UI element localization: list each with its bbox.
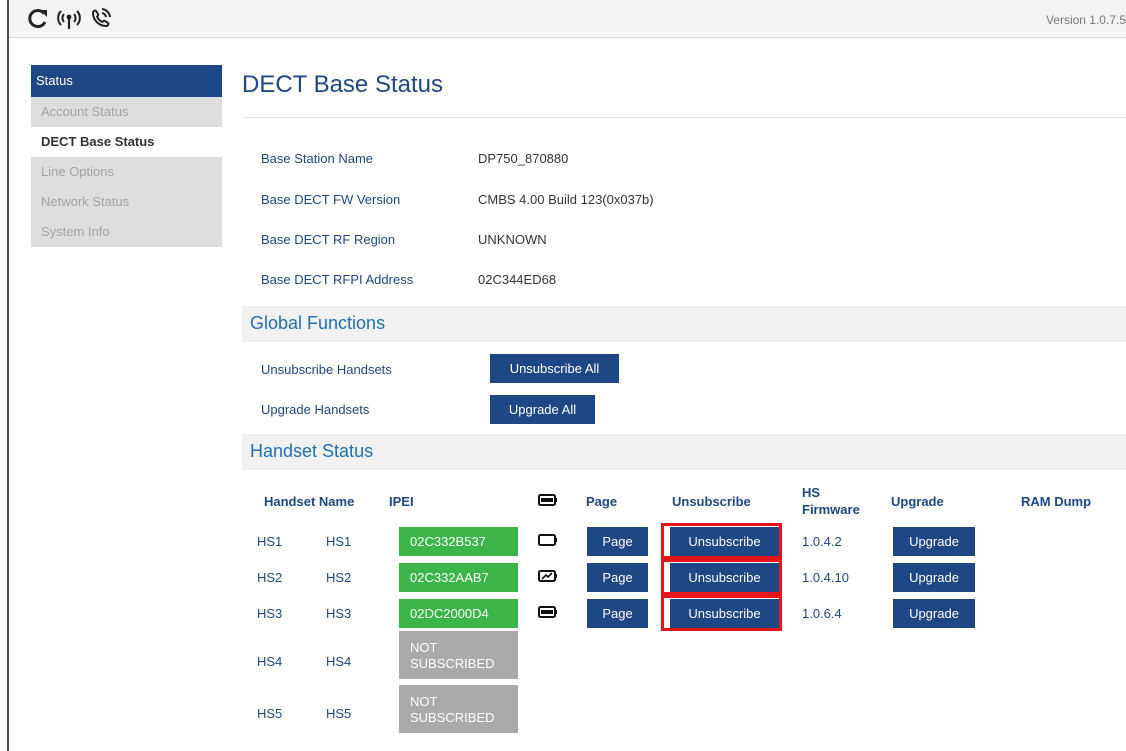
hs5-ipei-line1: NOT (410, 694, 438, 709)
col-handset-name: Handset Name (264, 494, 355, 509)
hs4-ipei-line2: SUBSCRIBED (410, 656, 495, 671)
hs4-ipei: NOT SUBSCRIBED (399, 631, 518, 679)
sidebar-item-network-status[interactable]: Network Status (31, 187, 222, 217)
unsubscribe-highlight-hs3 (661, 595, 782, 631)
unsubscribe-handsets-label: Unsubscribe Handsets (261, 362, 392, 377)
unsubscribe-highlight-hs1 (661, 523, 782, 559)
sidebar: Status Account Status DECT Base Status L… (31, 65, 222, 247)
hs2-ipei: 02C332AAB7 (399, 563, 518, 592)
hs1-page-button[interactable]: Page (587, 527, 648, 556)
window-left-edge (7, 0, 9, 751)
hs3-name: HS3 (326, 606, 352, 621)
base-dect-rf-region-label: Base DECT RF Region (261, 232, 396, 247)
sidebar-item-dect-base-status[interactable]: DECT Base Status (31, 127, 222, 157)
refresh-icon[interactable] (27, 8, 49, 30)
hs1-firmware: 1.0.4.2 (802, 534, 842, 549)
base-dect-fw-version-value: CMBS 4.00 Build 123(0x037b) (478, 192, 654, 207)
base-dect-rf-region-value: UNKNOWN (478, 232, 547, 247)
hs2-page-button[interactable]: Page (587, 563, 648, 592)
battery-full-icon (538, 606, 557, 618)
global-functions-section: Global Functions (242, 306, 1126, 342)
hs1-id: HS1 (257, 534, 283, 549)
global-functions-title: Global Functions (250, 313, 386, 333)
hs4-ipei-line1: NOT (410, 640, 438, 655)
hs5-ipei-line2: SUBSCRIBED (410, 710, 495, 725)
hs5-id: HS5 (257, 706, 283, 721)
upgrade-handsets-label: Upgrade Handsets (261, 402, 370, 417)
version-label: Version 1.0.7.5 (1045, 13, 1126, 27)
hs1-name: HS1 (326, 534, 352, 549)
hs3-firmware: 1.0.6.4 (802, 606, 842, 621)
hs2-id: HS2 (257, 570, 283, 585)
hs3-page-button[interactable]: Page (587, 599, 648, 628)
top-bar: Version 1.0.7.5 (9, 0, 1126, 38)
col-page: Page (586, 494, 618, 509)
battery-empty-icon (538, 534, 557, 546)
base-dect-fw-version-label: Base DECT FW Version (261, 192, 401, 207)
hs2-firmware: 1.0.4.10 (802, 570, 849, 585)
page-title: DECT Base Status (242, 71, 443, 98)
col-hs-firmware-line2: Firmware (802, 502, 860, 517)
hs5-name: HS5 (326, 706, 352, 721)
sidebar-item-line-options[interactable]: Line Options (31, 157, 222, 187)
unsubscribe-all-button[interactable]: Unsubscribe All (490, 354, 619, 383)
hs4-name: HS4 (326, 654, 352, 669)
hs3-ipei: 02DC2000D4 (399, 599, 518, 628)
base-station-name-label: Base Station Name (261, 151, 374, 166)
col-upgrade: Upgrade (891, 494, 944, 509)
hs1-ipei: 02C332B537 (399, 527, 518, 556)
hs2-upgrade-button[interactable]: Upgrade (893, 563, 975, 592)
handset-signal-icon (89, 7, 113, 31)
handset-status-title: Handset Status (250, 441, 374, 461)
hs2-name: HS2 (326, 570, 352, 585)
hs1-upgrade-button[interactable]: Upgrade (893, 527, 975, 556)
base-dect-rfpi-address-label: Base DECT RFPI Address (261, 272, 414, 287)
battery-charging-icon (538, 570, 557, 582)
unsubscribe-highlight-hs2 (661, 559, 782, 595)
hs3-id: HS3 (257, 606, 283, 621)
sidebar-item-system-info[interactable]: System Info (31, 217, 222, 247)
col-ipei: IPEI (389, 494, 414, 509)
col-unsubscribe: Unsubscribe (672, 494, 751, 509)
sidebar-header-status[interactable]: Status (31, 65, 222, 97)
hs5-ipei: NOT SUBSCRIBED (399, 685, 518, 733)
base-station-name-value: DP750_870880 (478, 151, 569, 166)
handset-status-section: Handset Status (242, 434, 1126, 470)
col-hs-firmware-line1: HS (802, 485, 821, 500)
base-dect-rfpi-address-value: 02C344ED68 (478, 272, 557, 287)
upgrade-all-button[interactable]: Upgrade All (490, 395, 595, 424)
status-icons (27, 6, 113, 32)
title-divider (242, 117, 1126, 118)
sidebar-item-account-status[interactable]: Account Status (31, 97, 222, 127)
hs4-id: HS4 (257, 654, 283, 669)
col-ram-dump: RAM Dump (1021, 494, 1092, 509)
hs3-upgrade-button[interactable]: Upgrade (893, 599, 975, 628)
base-signal-icon (55, 7, 83, 31)
battery-icon (538, 494, 557, 506)
